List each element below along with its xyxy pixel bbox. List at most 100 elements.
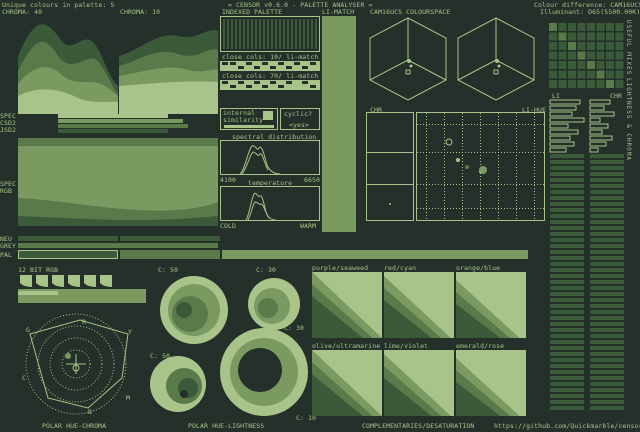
- bar-row: [590, 214, 624, 218]
- mix-cell: [577, 70, 586, 79]
- bar-row: [550, 328, 584, 332]
- bar-row: [550, 190, 584, 194]
- bar-row: [590, 250, 624, 254]
- bar-row: [590, 166, 624, 170]
- indexed-palette: [220, 16, 320, 52]
- internal-similarity-label: internal similarity: [223, 109, 264, 124]
- chr-bars-label: CHR: [610, 92, 623, 100]
- neutral-strip-right: [120, 236, 220, 241]
- orange-blue-label: orange/blue: [456, 264, 501, 272]
- mix-cell: [577, 32, 586, 41]
- mix-cell: [615, 42, 624, 50]
- bar-row: [590, 382, 624, 386]
- bar-row: [590, 292, 624, 296]
- bar-row: [550, 364, 584, 368]
- mix-cell: [615, 51, 624, 60]
- neutral-strip: [18, 236, 118, 241]
- mix-cell: [587, 80, 595, 88]
- bar-row: [550, 292, 584, 296]
- mix-cell: [558, 51, 567, 60]
- bar-row: [550, 388, 584, 392]
- bar-row: [550, 256, 584, 260]
- li-label: LI: [552, 92, 561, 100]
- bar-row: [590, 178, 624, 182]
- mix-cell: [615, 61, 624, 69]
- bar-row: [590, 328, 624, 332]
- wheel-r-label: R: [82, 318, 86, 326]
- chroma-40-label: CHROMA: 40: [2, 8, 43, 16]
- wheel-b-label: B: [88, 408, 92, 416]
- mix-cell: [558, 61, 567, 69]
- bar-row: [550, 220, 584, 224]
- bar-row: [590, 406, 624, 410]
- mix-cell: [549, 23, 557, 31]
- lightness-bar: [549, 129, 579, 135]
- bar-row: [550, 268, 584, 272]
- mix-cell: [606, 23, 614, 31]
- spectral-distribution-plot: [220, 140, 320, 175]
- grey-label: GREY: [0, 242, 17, 250]
- bar-row: [550, 280, 584, 284]
- mix-cell: [549, 42, 557, 50]
- spectral-low-label: 4100: [220, 176, 237, 184]
- close-cols-10-label: close cols: 10/ li-match: [222, 53, 319, 61]
- mix-cell: [549, 51, 557, 60]
- bar-row: [550, 298, 584, 302]
- bar-row: [550, 166, 584, 170]
- bar-row: [590, 208, 624, 212]
- mix-cell: [558, 23, 567, 31]
- wheel-m-label: M: [126, 394, 130, 402]
- temperature-warm-label: WARM: [300, 222, 317, 230]
- wheel-g-label: G: [26, 326, 30, 334]
- internal-similarity-box: internal similarity: [220, 108, 278, 130]
- bar-row: [550, 334, 584, 338]
- bar-row: [550, 322, 584, 326]
- chroma-landscape: [18, 16, 218, 115]
- bar-row: [590, 274, 624, 278]
- bar-row: [550, 232, 584, 236]
- mix-cell: [549, 70, 557, 79]
- bar-row: [590, 160, 624, 164]
- mix-cell: [596, 42, 605, 50]
- li-hue-plot: [366, 112, 545, 221]
- useful-mixes-grid: [549, 23, 624, 88]
- mix-cell: [577, 42, 586, 50]
- bar-row: [590, 310, 624, 314]
- mix-cell: [606, 42, 614, 50]
- spectral-high-label: 6650: [304, 176, 321, 184]
- spectrum-rgb-band: [18, 138, 218, 230]
- bar-row: [590, 244, 624, 248]
- mix-cell: [615, 23, 624, 31]
- cyclic-label: cyclic?: [284, 110, 313, 118]
- polar-hue-lightness-label: POLAR HUE-LIGHTNESS: [188, 422, 265, 430]
- mix-cell: [549, 32, 557, 41]
- mix-cell: [549, 80, 557, 88]
- mix-cell: [615, 70, 624, 79]
- 12bit-rgb-swatches: [18, 273, 146, 303]
- mix-cell: [558, 42, 567, 50]
- lightness-chroma-bars: [549, 99, 624, 410]
- bar-row: [550, 208, 584, 212]
- polar-hue-chroma-label: POLAR HUE-CHROMA: [42, 422, 107, 430]
- bar-row: [590, 286, 624, 290]
- bar-row: [590, 364, 624, 368]
- chroma-bar: [589, 123, 609, 129]
- mix-cell: [558, 32, 567, 41]
- mix-cell: [596, 32, 605, 41]
- mix-cell: [577, 51, 586, 60]
- chroma-10-label: CHROMA: 10: [120, 8, 161, 16]
- bar-row: [550, 274, 584, 278]
- mix-cell: [606, 32, 614, 41]
- mix-cell: [568, 42, 576, 50]
- lightness-bar: [549, 123, 569, 129]
- spec-rgb-label-b: RGB: [0, 187, 13, 195]
- bar-row: [550, 214, 584, 218]
- mix-cell: [587, 51, 595, 60]
- mix-cell: [577, 23, 586, 31]
- mix-cell: [568, 61, 576, 69]
- mix-cell: [596, 80, 605, 88]
- bar-row: [550, 178, 584, 182]
- bar-row: [550, 346, 584, 350]
- bar-row: [550, 394, 584, 398]
- bar-row: [590, 346, 624, 350]
